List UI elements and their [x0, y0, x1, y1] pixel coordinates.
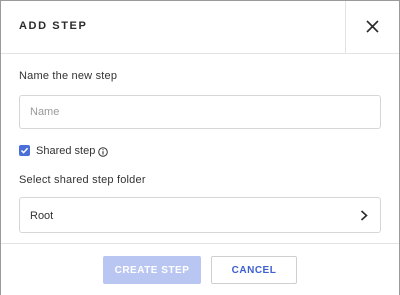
step-name-label: Name the new step — [19, 70, 118, 82]
create-step-button[interactable]: CREATE STEP — [103, 256, 201, 284]
dialog-footer: CREATE STEP CANCEL — [1, 243, 399, 295]
cancel-button[interactable]: CANCEL — [211, 256, 297, 284]
close-button[interactable] — [345, 1, 399, 53]
dialog-title: ADD STEP — [19, 20, 88, 32]
chevron-right-icon — [360, 210, 368, 221]
shared-step-checkbox[interactable] — [19, 145, 30, 156]
shared-step-label: Shared step — [36, 145, 96, 157]
selected-folder-value: Root — [30, 210, 54, 222]
shared-folder-selector[interactable]: Root — [19, 197, 381, 233]
shared-folder-label: Select shared step folder — [19, 174, 146, 186]
info-icon[interactable] — [98, 147, 108, 157]
step-name-input[interactable] — [19, 95, 381, 129]
close-icon — [366, 20, 379, 33]
dialog-header: ADD STEP — [1, 1, 399, 54]
checkmark-icon — [20, 147, 29, 154]
add-step-dialog: ADD STEP Name the new step Shared step S… — [0, 0, 400, 295]
